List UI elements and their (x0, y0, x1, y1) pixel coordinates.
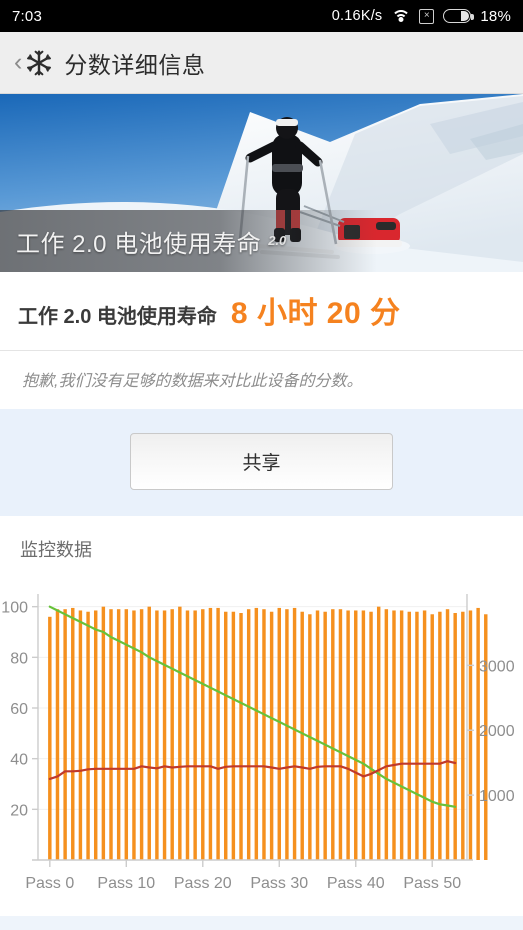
hero-caption-version: 2.0 (268, 232, 287, 248)
svg-text:2000: 2000 (479, 723, 515, 740)
app-bar: ‹ 分数详细信息 (0, 32, 523, 94)
wifi-icon (391, 9, 411, 23)
page-title: 分数详细信息 (64, 51, 206, 78)
svg-text:1000: 1000 (479, 788, 515, 805)
score-row: 工作 2.0 电池使用寿命 8 小时 20 分 (0, 272, 523, 350)
status-icons: 0.16K/s × 18% (332, 8, 511, 25)
hero-caption-text: 工作 2.0 电池使用寿命 (16, 230, 262, 258)
comparison-note-text: 抱歉,我们没有足够的数据来对比此设备的分数。 (22, 373, 363, 390)
snowflake-logo-icon (24, 48, 54, 78)
score-value: 8 小时 20 分 (230, 297, 401, 330)
monitor-card: 监控数据 20 40 60 80 100 1000 2000 3000 Pass 0 Pass 1… (0, 516, 523, 916)
svg-text:20: 20 (10, 802, 28, 819)
monitor-chart-svg: 20 40 60 80 100 1000 2000 3000 Pass 0 Pass 10 Pass… (1, 594, 515, 892)
svg-text:100: 100 (1, 600, 28, 617)
svg-text:Pass 30: Pass 30 (250, 875, 308, 892)
svg-text:Pass 10: Pass 10 (97, 875, 155, 892)
back-icon[interactable]: ‹ (14, 50, 22, 75)
hero-caption: 工作 2.0 电池使用寿命 2.0 (0, 210, 523, 272)
score-card: 工作 2.0 电池使用寿命 8 小时 20 分 抱歉,我们没有足够的数据来对比此… (0, 272, 523, 409)
share-section: 共享 (0, 409, 523, 516)
status-bar: 7:03 0.16K/s × 18% (0, 0, 523, 32)
share-button[interactable]: 共享 (130, 433, 393, 490)
battery-percent-label: 18% (480, 7, 511, 25)
comparison-note: 抱歉,我们没有足够的数据来对比此设备的分数。 (0, 351, 523, 409)
score-label: 工作 2.0 电池使用寿命 (18, 306, 217, 328)
no-sim-icon: × (419, 8, 435, 24)
svg-text:Pass 0: Pass 0 (25, 875, 74, 892)
hero-image: 工作 2.0 电池使用寿命 2.0 (0, 94, 523, 272)
status-time: 7:03 (12, 7, 42, 25)
svg-text:60: 60 (10, 701, 28, 718)
battery-icon (443, 9, 474, 23)
network-speed-label: 0.16K/s (331, 8, 383, 24)
svg-text:Pass 40: Pass 40 (327, 875, 385, 892)
svg-text:Pass 20: Pass 20 (174, 875, 232, 892)
svg-text:80: 80 (10, 650, 28, 667)
svg-text:3000: 3000 (479, 658, 515, 675)
svg-text:Pass 50: Pass 50 (403, 875, 461, 892)
svg-text:40: 40 (10, 752, 28, 769)
monitor-title: 监控数据 (20, 540, 92, 560)
monitor-chart[interactable]: 20 40 60 80 100 1000 2000 3000 Pass 0 Pass 10 Pass… (0, 572, 523, 912)
